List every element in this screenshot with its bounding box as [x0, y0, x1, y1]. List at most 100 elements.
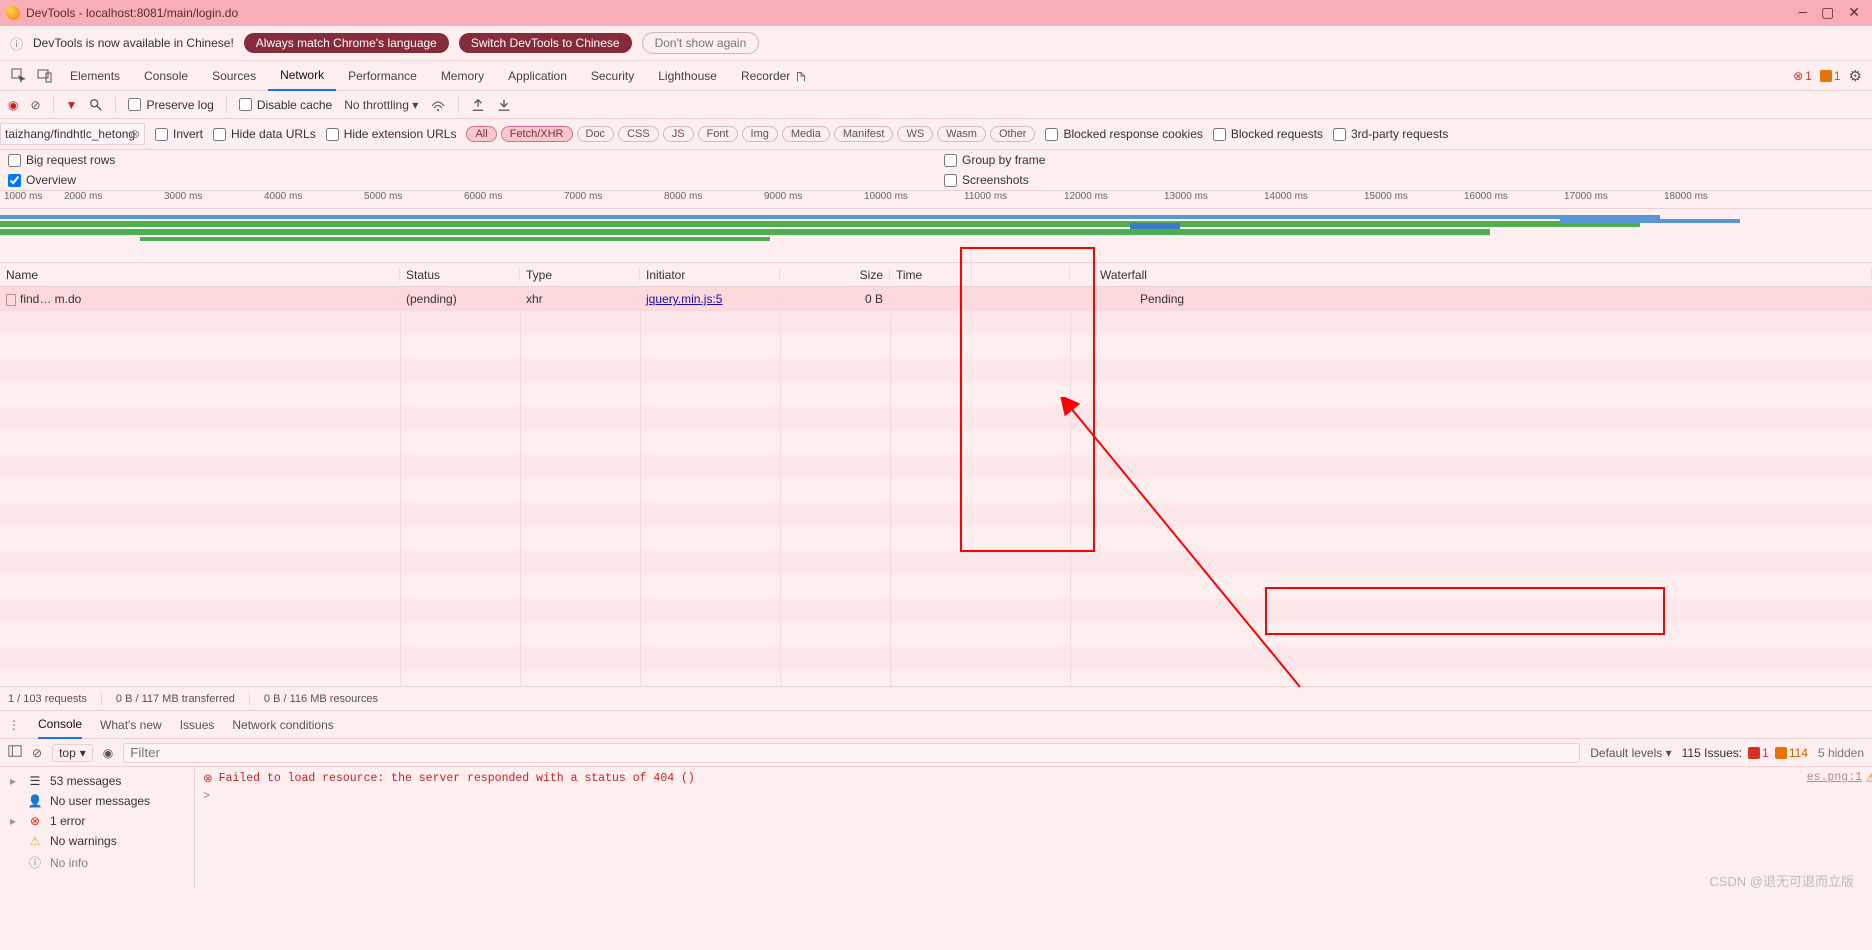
col-size[interactable]: Size [780, 268, 890, 282]
disable-cache-checkbox[interactable]: Disable cache [239, 98, 332, 112]
filter-media[interactable]: Media [782, 126, 830, 142]
sidebar-info[interactable]: ⓘNo info [0, 851, 194, 874]
inspect-element-icon[interactable] [6, 68, 32, 84]
col-status[interactable]: Status [400, 268, 520, 282]
tab-performance[interactable]: Performance [336, 61, 429, 91]
clear-button-icon[interactable]: ⊘ [30, 98, 40, 112]
filter-doc[interactable]: Doc [577, 126, 615, 142]
tab-recorder[interactable]: Recorder [729, 61, 820, 91]
sidebar-info-label: No info [50, 856, 88, 870]
error-count: 1 [1805, 69, 1812, 83]
tick: 3000 ms [160, 191, 260, 208]
invert-checkbox[interactable]: Invert [155, 127, 203, 141]
screenshots-checkbox[interactable]: Screenshots [944, 173, 1029, 187]
settings-gear-icon[interactable]: ⚙ [1849, 67, 1862, 85]
group-by-frame-checkbox[interactable]: Group by frame [944, 153, 1045, 167]
overview-checkbox[interactable]: Overview [8, 173, 76, 187]
resource-type-filters: All Fetch/XHR Doc CSS JS Font Img Media … [466, 126, 1035, 142]
drawer-tab-issues[interactable]: Issues [180, 711, 215, 739]
filter-font[interactable]: Font [698, 126, 738, 142]
filter-other[interactable]: Other [990, 126, 1036, 142]
filter-js[interactable]: JS [663, 126, 694, 142]
tick: 8000 ms [660, 191, 760, 208]
cell-waterfall: Pending [1070, 292, 1872, 306]
tab-elements[interactable]: Elements [58, 61, 132, 91]
preserve-log-checkbox[interactable]: Preserve log [128, 98, 213, 112]
filter-manifest[interactable]: Manifest [834, 126, 894, 142]
tab-security[interactable]: Security [579, 61, 646, 91]
col-type[interactable]: Type [520, 268, 640, 282]
sidebar-messages[interactable]: ▸☰53 messages [0, 771, 194, 791]
col-waterfall[interactable]: Waterfall [1070, 268, 1872, 282]
maximize-button[interactable]: ▢ [1821, 5, 1834, 22]
drawer-tab-console[interactable]: Console [38, 711, 82, 739]
search-icon[interactable] [89, 98, 103, 112]
transferred-summary: 0 B / 117 MB transferred [116, 693, 235, 705]
tab-network[interactable]: Network [268, 61, 336, 91]
tab-memory[interactable]: Memory [429, 61, 496, 91]
filter-css[interactable]: CSS [618, 126, 659, 142]
issues-summary[interactable]: 115 Issues: 1 114 [1682, 746, 1808, 760]
filter-img[interactable]: Img [742, 126, 778, 142]
blocked-cookies-checkbox[interactable]: Blocked response cookies [1045, 127, 1202, 141]
tab-lighthouse[interactable]: Lighthouse [646, 61, 729, 91]
filter-toggle-icon[interactable]: ▼ [66, 98, 78, 112]
tab-application[interactable]: Application [496, 61, 579, 91]
close-button[interactable]: ✕ [1848, 5, 1860, 22]
drawer-tabstrip: ⋮ Console What's new Issues Network cond… [0, 711, 1872, 739]
tab-sources[interactable]: Sources [200, 61, 268, 91]
big-request-rows-checkbox[interactable]: Big request rows [8, 153, 115, 167]
filter-wasm[interactable]: Wasm [937, 126, 986, 142]
switch-to-chinese-button[interactable]: Switch DevTools to Chinese [459, 33, 632, 53]
blocked-requests-checkbox[interactable]: Blocked requests [1213, 127, 1323, 141]
minimize-button[interactable]: — [1799, 5, 1807, 22]
drawer-tab-network-conditions[interactable]: Network conditions [232, 711, 333, 739]
window-controls: — ▢ ✕ [1799, 5, 1866, 22]
initiator-link[interactable]: jquery.min.js:5 [646, 292, 722, 306]
blocked-req-label: Blocked requests [1231, 127, 1323, 141]
throttling-select[interactable]: No throttling ▾ [344, 98, 418, 112]
col-time[interactable]: Time [890, 268, 1070, 282]
drawer-tab-whatsnew[interactable]: What's new [100, 711, 162, 739]
export-har-icon[interactable] [497, 98, 511, 112]
third-party-checkbox[interactable]: 3rd-party requests [1333, 127, 1448, 141]
table-row[interactable]: find… m.do (pending) xhr jquery.min.js:5… [0, 287, 1872, 311]
tab-recorder-label: Recorder [741, 69, 790, 83]
live-expression-icon[interactable]: ◉ [103, 746, 113, 760]
drawer-more-icon[interactable]: ⋮ [8, 718, 20, 732]
language-promo-bar: ⓘ DevTools is now available in Chinese! … [0, 26, 1872, 61]
sidebar-errors[interactable]: ▸⊗1 error [0, 811, 194, 831]
col-name[interactable]: Name [0, 268, 400, 282]
sidebar-user-messages[interactable]: 👤No user messages [0, 791, 194, 811]
filter-all[interactable]: All [466, 126, 496, 142]
error-count-badge[interactable]: ⊗1 [1793, 69, 1812, 83]
execution-context-select[interactable]: top ▾ [52, 744, 93, 762]
clear-filter-icon[interactable]: ⊗ [130, 127, 140, 141]
filter-ws[interactable]: WS [897, 126, 933, 142]
import-har-icon[interactable] [471, 98, 485, 112]
device-toggle-icon[interactable] [32, 68, 58, 84]
console-output[interactable]: ⊗ Failed to load resource: the server re… [195, 767, 1872, 887]
console-filter-input[interactable] [123, 743, 1580, 763]
network-options: Big request rows Group by frame Overview… [0, 150, 1872, 191]
col-initiator[interactable]: Initiator [640, 268, 780, 282]
warning-count-badge[interactable]: 1 [1820, 69, 1841, 83]
log-levels-select[interactable]: Default levels ▾ [1590, 746, 1671, 760]
hide-extension-urls-checkbox[interactable]: Hide extension URLs [326, 127, 457, 141]
tick: 15000 ms [1360, 191, 1460, 208]
tick: 11000 ms [960, 191, 1060, 208]
network-conditions-icon[interactable] [430, 98, 446, 112]
filter-fetch-xhr[interactable]: Fetch/XHR [501, 126, 573, 142]
dont-show-again-button[interactable]: Don't show again [642, 32, 760, 54]
record-button-icon[interactable]: ◉ [8, 98, 18, 112]
console-sidebar-toggle-icon[interactable] [8, 744, 22, 761]
console-error-source-link[interactable]: es.png:1 [1807, 771, 1862, 784]
always-match-language-button[interactable]: Always match Chrome's language [244, 33, 449, 53]
console-clear-icon[interactable]: ⊘ [32, 746, 42, 760]
console-prompt[interactable]: > [203, 790, 1864, 803]
network-overview-timeline[interactable]: 1000 ms 2000 ms 3000 ms 4000 ms 5000 ms … [0, 191, 1872, 263]
hide-data-urls-checkbox[interactable]: Hide data URLs [213, 127, 316, 141]
tab-console[interactable]: Console [132, 61, 200, 91]
sidebar-warnings[interactable]: ⚠No warnings [0, 831, 194, 851]
filter-text-input[interactable]: taizhang/findhtlc_hetong ⊗ [0, 123, 145, 145]
